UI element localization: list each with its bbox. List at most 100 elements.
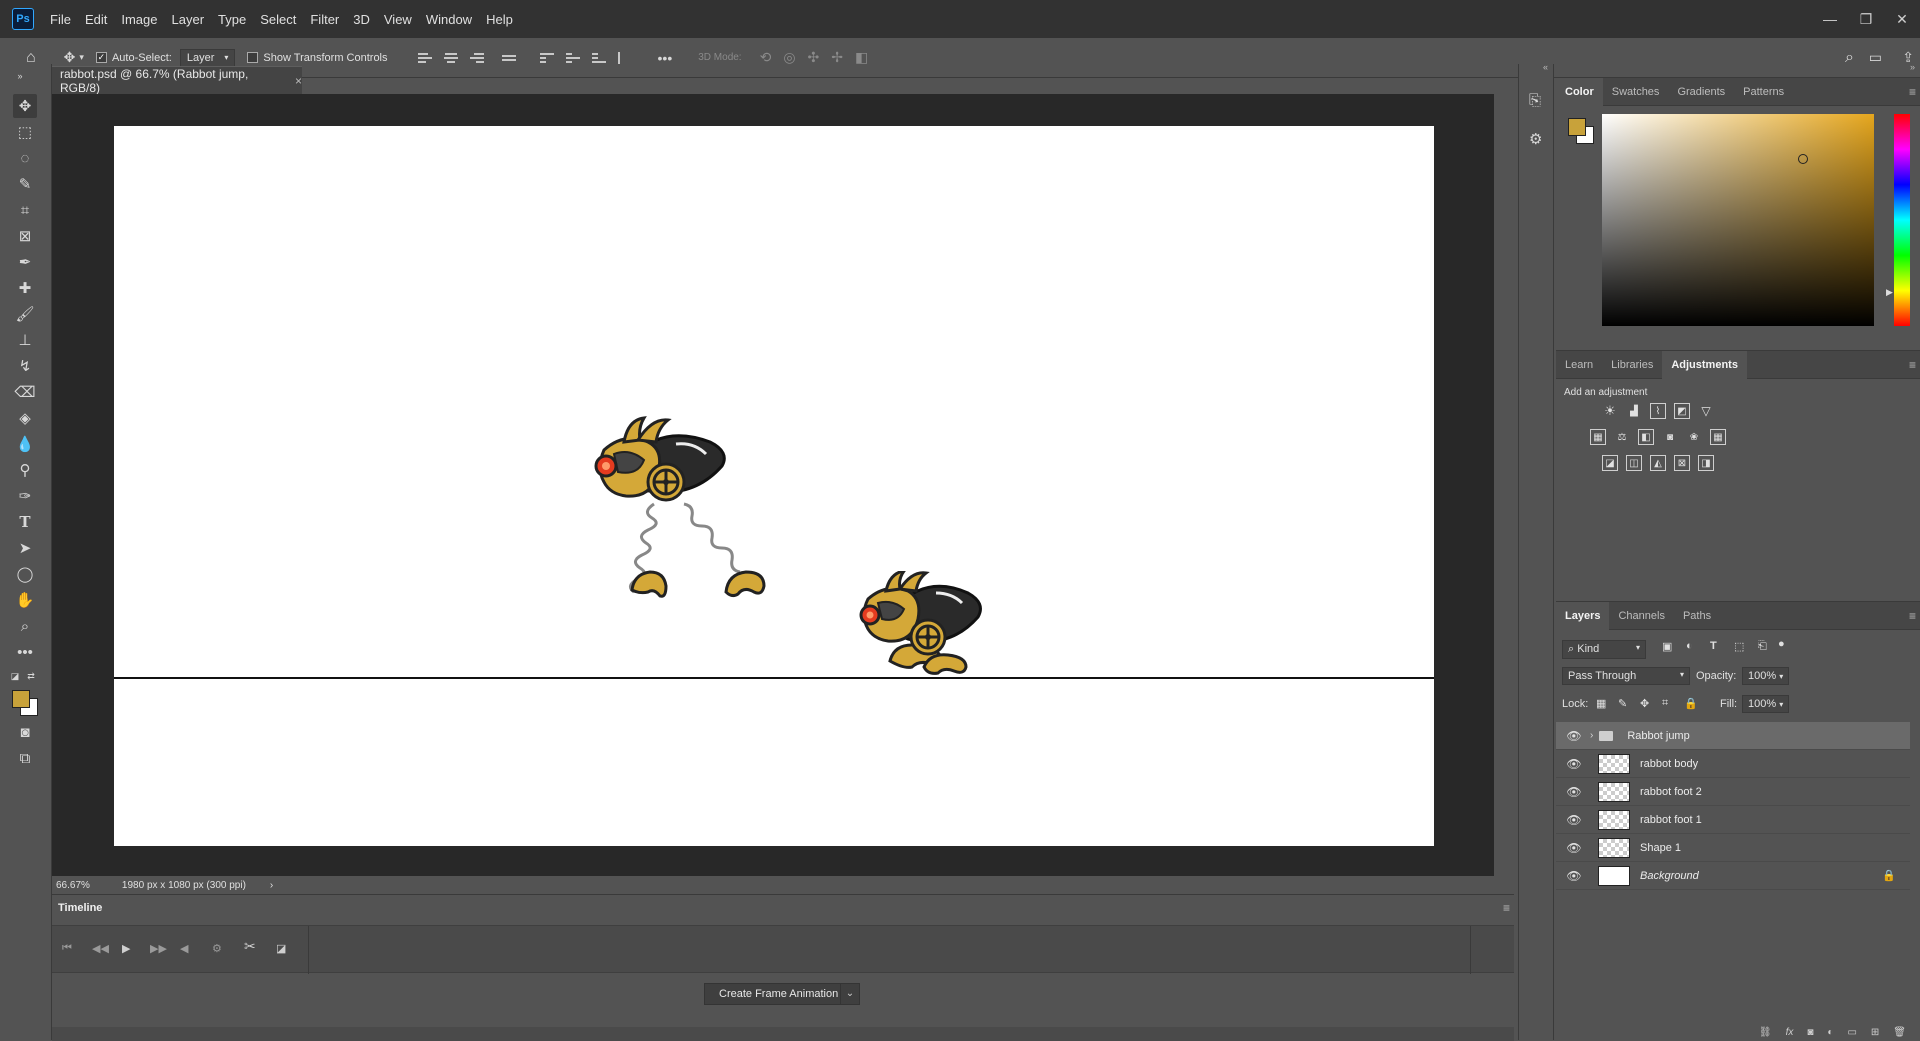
play-icon[interactable]: ▶ (122, 942, 130, 955)
eraser-tool-icon[interactable]: ⌫ (13, 380, 37, 404)
layer-row-group[interactable]: 👁 › Rabbot jump (1556, 722, 1910, 750)
add-mask-icon[interactable]: ◙ (1807, 1027, 1813, 1041)
quick-mask-icon[interactable]: ◙ (13, 720, 37, 744)
default-colors-icon[interactable]: ◪ (8, 664, 22, 688)
visibility-eye-icon[interactable]: 👁 (1566, 813, 1582, 827)
align-left-icon[interactable] (417, 51, 432, 65)
collapse-icon[interactable]: » (1910, 62, 1915, 72)
align-bottom-icon[interactable] (591, 51, 606, 65)
color-picker-field[interactable] (1602, 114, 1874, 326)
screen-mode-icon[interactable]: ⧉ (13, 746, 37, 770)
visibility-eye-icon[interactable]: 👁 (1566, 869, 1582, 883)
first-frame-icon[interactable]: ⏮ (62, 942, 72, 955)
exposure-icon[interactable]: ◩ (1674, 403, 1690, 419)
settings-gear-icon[interactable]: ⚙ (212, 942, 222, 955)
minimize-icon[interactable]: — (1812, 11, 1848, 27)
layer-filter-dropdown[interactable]: ⌕ Kind ▾ (1562, 640, 1646, 659)
visibility-eye-icon[interactable]: 👁 (1566, 785, 1582, 799)
align-middle-icon[interactable] (565, 51, 580, 65)
brightness-contrast-icon[interactable]: ☀ (1602, 403, 1618, 419)
orbit-3d-icon[interactable]: ⟲ (760, 49, 772, 66)
hue-saturation-icon[interactable]: ⚖ (1614, 429, 1630, 445)
type-tool-icon[interactable]: T (13, 510, 37, 534)
menu-file[interactable]: File (50, 12, 71, 27)
close-icon[interactable]: ✕ (1884, 11, 1920, 28)
move-tool-icon[interactable]: ✥ (13, 94, 37, 118)
drag-3d-icon[interactable]: ✣ (808, 49, 820, 66)
new-layer-icon[interactable]: ⊞ (1871, 1027, 1879, 1041)
hand-tool-icon[interactable]: ✋ (13, 588, 37, 612)
chevron-right-icon[interactable]: › (270, 880, 273, 891)
timeline-tab[interactable]: Timeline (52, 895, 112, 921)
next-frame-icon[interactable]: ▶▶ (150, 942, 167, 955)
scale-3d-icon[interactable]: ◧ (855, 49, 868, 66)
chevron-down-icon[interactable]: ⌄ (840, 983, 860, 1005)
filter-toggle-icon[interactable]: ● (1778, 638, 1785, 650)
invert-icon[interactable]: ◪ (1602, 455, 1618, 471)
panel-menu-icon[interactable]: ≡ (1909, 609, 1916, 623)
lasso-tool-icon[interactable]: ◌ (13, 146, 37, 170)
tab-layers[interactable]: Layers (1556, 601, 1610, 630)
lock-all-icon[interactable]: 🔒 (1684, 697, 1698, 710)
panel-menu-icon[interactable]: ≡ (1909, 85, 1916, 99)
layer-row-background[interactable]: 👁 Background 🔒 (1556, 862, 1910, 890)
restore-icon[interactable]: ❐ (1848, 11, 1884, 28)
lock-pixels-icon[interactable]: ✎ (1618, 697, 1627, 710)
crop-tool-icon[interactable]: ⌗ (13, 198, 37, 222)
curves-icon[interactable]: ⌇ (1650, 403, 1666, 419)
prev-frame-icon[interactable]: ◀◀ (92, 942, 109, 955)
dodge-tool-icon[interactable]: ⚲ (13, 458, 37, 482)
collapse-icon[interactable]: « (1543, 62, 1548, 72)
close-icon[interactable]: × (295, 74, 302, 88)
stamp-tool-icon[interactable]: ⊥ (13, 328, 37, 352)
panel-menu-icon[interactable]: ≡ (1909, 358, 1916, 372)
lock-position-icon[interactable]: ✥ (1640, 697, 1649, 710)
lock-transparent-icon[interactable]: ▦ (1596, 697, 1606, 710)
frame-tool-icon[interactable]: ⊠ (13, 224, 37, 248)
marquee-tool-icon[interactable]: ⬚ (13, 120, 37, 144)
hue-slider[interactable] (1894, 114, 1910, 326)
show-transform-checkbox[interactable]: Show Transform Controls (247, 52, 388, 64)
split-scissors-icon[interactable]: ✂ (244, 938, 256, 955)
channel-mixer-icon[interactable]: ❀ (1686, 429, 1702, 445)
more-tools-icon[interactable]: ••• (13, 640, 37, 664)
threshold-icon[interactable]: ◭ (1650, 455, 1666, 471)
menu-window[interactable]: Window (426, 12, 472, 27)
align-center-icon[interactable] (443, 51, 458, 65)
visibility-eye-icon[interactable]: 👁 (1566, 757, 1582, 771)
filter-type-icon[interactable]: T (1710, 640, 1717, 652)
new-group-icon[interactable]: ▭ (1847, 1027, 1856, 1041)
gradient-map-icon[interactable]: ▽ (1698, 403, 1714, 419)
search-icon[interactable]: ⌕ (1845, 49, 1854, 67)
color-balance-icon[interactable]: ◧ (1638, 429, 1654, 445)
tab-adjustments[interactable]: Adjustments (1662, 350, 1747, 379)
filter-shape-icon[interactable]: ⬚ (1734, 640, 1744, 653)
blend-mode-dropdown[interactable]: Pass Through ▾ (1562, 667, 1690, 685)
opacity-input[interactable]: 100% ▾ (1742, 667, 1790, 685)
distribute-icon[interactable] (501, 51, 516, 65)
align-top-icon[interactable] (539, 51, 554, 65)
quick-select-tool-icon[interactable]: ✎ (13, 172, 37, 196)
move-tool-icon[interactable]: ✥ (64, 49, 76, 66)
levels-icon[interactable]: ▟ (1626, 403, 1642, 419)
align-right-icon[interactable] (469, 51, 484, 65)
blur-tool-icon[interactable]: 💧 (13, 432, 37, 456)
tab-libraries[interactable]: Libraries (1602, 351, 1662, 379)
ellipse-tool-icon[interactable]: ◯ (13, 562, 37, 586)
paint-bucket-tool-icon[interactable]: ◈ (13, 406, 37, 430)
transition-icon[interactable]: ◪ (276, 942, 286, 955)
delete-layer-icon[interactable]: 🗑 (1893, 1027, 1906, 1041)
chevron-down-icon[interactable]: ▾ (79, 52, 84, 63)
foreground-color-swatch[interactable] (1568, 118, 1586, 136)
menu-edit[interactable]: Edit (85, 12, 107, 27)
roll-3d-icon[interactable]: ◎ (783, 49, 795, 66)
zoom-level[interactable]: 66.67% (56, 880, 90, 891)
visibility-eye-icon[interactable]: 👁 (1566, 729, 1582, 743)
healing-brush-tool-icon[interactable]: ✚ (13, 276, 37, 300)
color-picker-ring[interactable] (1798, 154, 1808, 164)
filter-adjustment-icon[interactable]: ◐ (1686, 640, 1693, 652)
document-tab[interactable]: rabbot.psd @ 66.7% (Rabbot jump, RGB/8) … (52, 66, 302, 95)
layer-row[interactable]: 👁 Shape 1 (1556, 834, 1910, 862)
auto-select-target-dropdown[interactable]: Layer ▾ (179, 48, 236, 67)
filter-pixel-icon[interactable]: ▣ (1662, 640, 1672, 653)
